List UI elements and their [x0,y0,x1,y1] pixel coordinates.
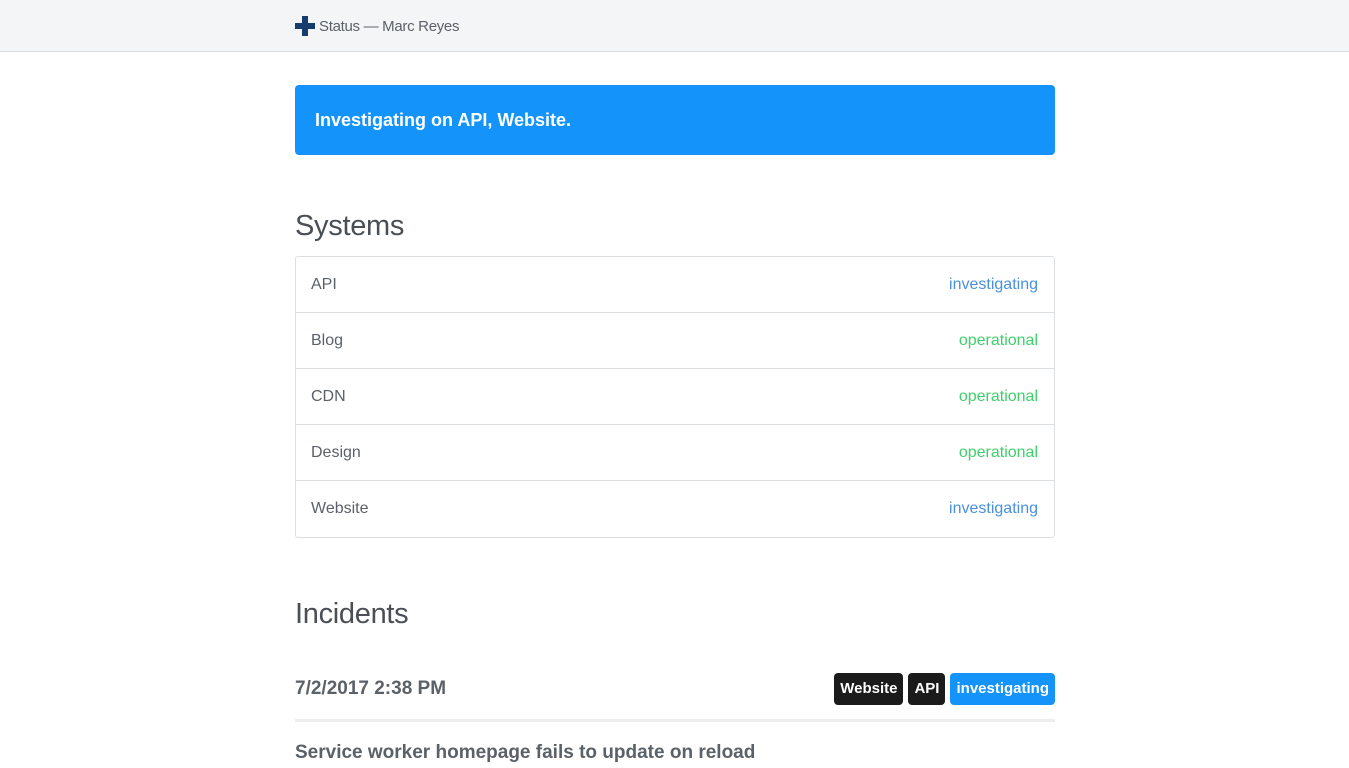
brand-link[interactable]: Status — Marc Reyes [295,15,459,37]
system-status: operational [958,331,1038,349]
system-name: Blog [311,331,344,349]
incident-title[interactable]: Service worker homepage fails to update … [295,742,1055,764]
status-alert-banner: Investigating on API, Website. [295,85,1055,155]
incident-date: 7/2/2017 2:38 PM [295,677,447,699]
incident-tags: Website API investigating [834,672,1055,705]
system-row-api: API investigating [296,257,1054,313]
top-bar: Status — Marc Reyes [0,0,1349,52]
brand-text: Status — Marc Reyes [319,17,460,35]
systems-list: API investigating Blog operational CDN o… [295,256,1055,538]
system-name: API [311,275,337,293]
system-name: Design [311,443,361,461]
incident-header: 7/2/2017 2:38 PM Website API investigati… [295,672,1055,722]
system-row-blog: Blog operational [296,313,1054,369]
system-name: CDN [311,387,346,405]
incidents-heading: Incidents [295,598,409,630]
system-row-cdn: CDN operational [296,369,1054,425]
status-badge[interactable]: investigating [950,672,1055,705]
system-status: investigating [949,275,1038,293]
system-row-design: Design operational [296,425,1054,481]
system-row-website: Website investigating [296,481,1054,537]
system-status: operational [958,443,1038,461]
system-status: investigating [949,500,1038,517]
system-status: operational [958,387,1038,405]
tag-api[interactable]: API [908,672,946,705]
plus-cross-icon [295,16,315,36]
main-content: Investigating on API, Website. Systems A… [295,52,1055,764]
system-name: Website [311,500,369,517]
status-alert-text: Investigating on API, Website. [315,109,572,130]
tag-website[interactable]: Website [834,672,904,705]
systems-heading: Systems [295,210,405,242]
